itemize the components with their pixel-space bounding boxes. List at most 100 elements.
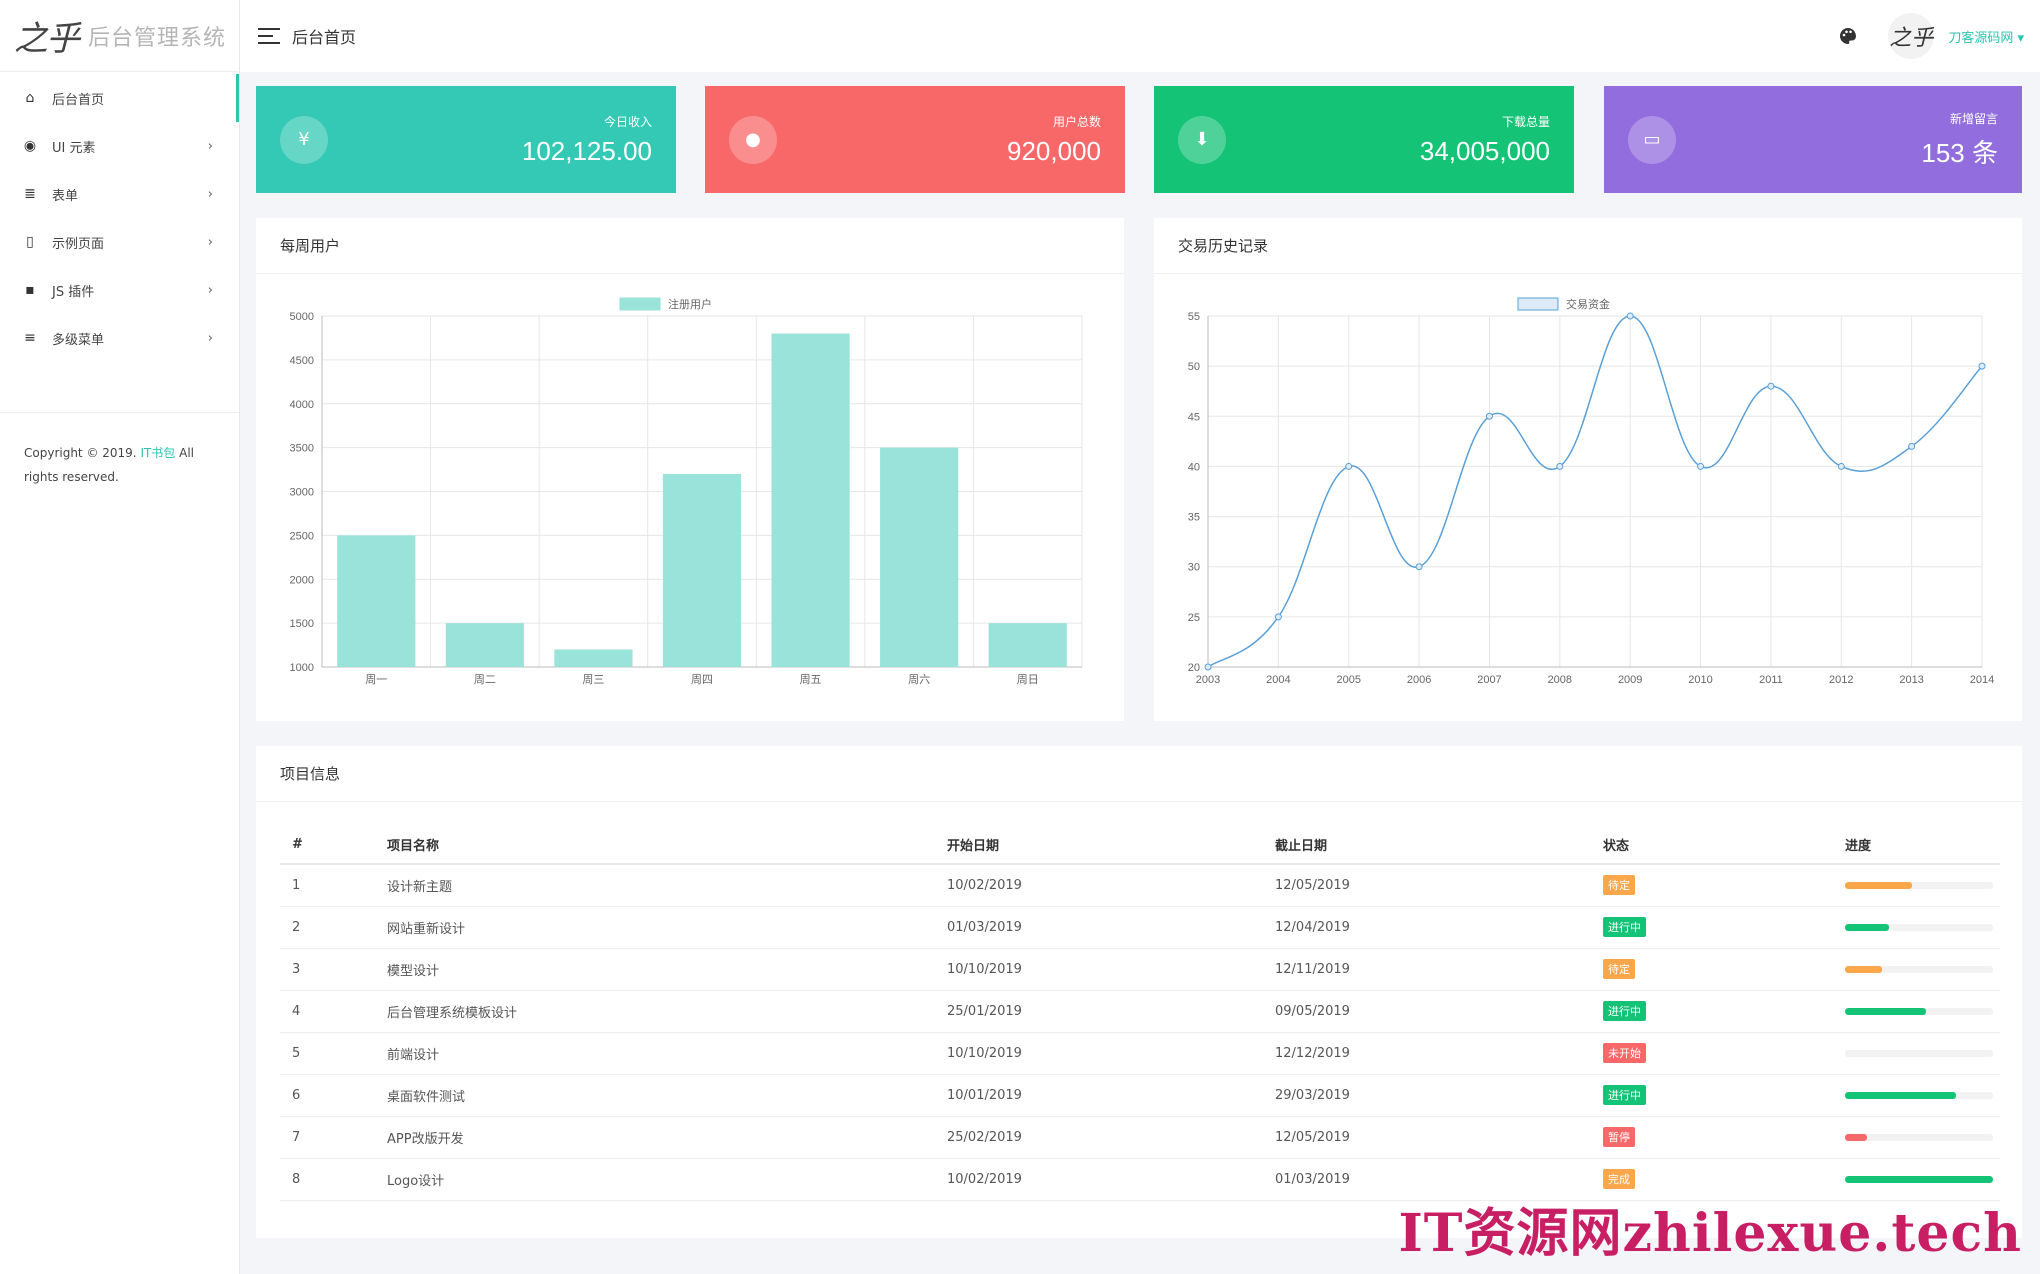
- data-point: [1345, 462, 1353, 470]
- stat-card: ¥ 今日收入 102,125.00: [256, 86, 676, 193]
- file-icon: ▯: [26, 234, 34, 250]
- chevron-right-icon: ›: [207, 186, 213, 202]
- x-tick-label: 周六: [908, 673, 930, 686]
- bar: [337, 535, 416, 667]
- stat-value: 34,005,000: [1419, 135, 1550, 166]
- sidebar-item-4[interactable]: ▪ JS 插件 ›: [0, 266, 239, 314]
- hamburger-icon[interactable]: [258, 28, 280, 44]
- cell-start: 10/02/2019: [935, 864, 1263, 907]
- sidebar-item-5[interactable]: ≡ 多级菜单 ›: [0, 314, 239, 362]
- home-icon: ⌂: [25, 90, 35, 106]
- y-tick-label: 2000: [290, 574, 314, 586]
- stat-text: 下载总量 34,005,000: [1420, 113, 1550, 167]
- data-point: [1556, 462, 1564, 470]
- user-icon: ●: [729, 115, 777, 164]
- sidebar-item-label: JS 插件: [52, 284, 95, 300]
- x-tick-label: 2004: [1266, 674, 1290, 686]
- bar: [662, 473, 742, 667]
- user-menu[interactable]: 刀客源码网 ▾: [1948, 27, 2024, 46]
- cell-status: 进行中: [1591, 990, 1833, 1033]
- download-icon: ⬇: [1178, 115, 1226, 164]
- page-title: 后台首页: [292, 28, 357, 47]
- table-row: 2 网站重新设计 01/03/2019 12/04/2019 进行中: [280, 906, 2000, 949]
- legend-label: 交易资金: [1566, 297, 1610, 311]
- copyright-link[interactable]: IT书包: [140, 446, 175, 460]
- bar: [880, 447, 959, 667]
- js-icon: ▪: [25, 282, 35, 298]
- column-header: 截止日期: [1263, 826, 1591, 865]
- progress-fill: [1845, 1133, 1868, 1141]
- chevron-right-icon: ›: [207, 330, 213, 346]
- sidebar: 之乎 后台管理系统 ⌂ 后台首页 ◉ UI 元素 › ≣ 表单 › ▯ 示例页面 › ▪ JS 插件 › ≡…: [0, 0, 240, 1274]
- sidebar-item-1[interactable]: ◉ UI 元素 ›: [0, 122, 239, 170]
- data-point: [1908, 442, 1916, 450]
- y-tick-label: 5000: [290, 311, 314, 323]
- stat-text: 新增留言 153 条: [1921, 110, 1998, 170]
- logo-text: 后台管理系统: [88, 25, 227, 51]
- cell-name: 后台管理系统模板设计: [375, 990, 935, 1033]
- status-badge: 进行中: [1603, 917, 1646, 937]
- bar: [771, 333, 850, 667]
- x-tick-label: 2010: [1688, 674, 1712, 686]
- copyright: Copyright © 2019. IT书包 All rights reserv…: [0, 412, 239, 517]
- cell-name: 前端设计: [375, 1032, 935, 1075]
- cell-status: 待定: [1591, 948, 1833, 991]
- progress-bar: [1845, 1049, 1993, 1057]
- chevron-right-icon: ›: [207, 282, 213, 298]
- progress-bar: [1845, 965, 1993, 973]
- cell-progress: [1833, 990, 2000, 1033]
- column-header: 状态: [1591, 826, 1833, 865]
- data-point: [1274, 613, 1282, 621]
- y-tick-label: 25: [1188, 612, 1200, 624]
- column-header: 项目名称: [375, 826, 935, 865]
- sidebar-item-3[interactable]: ▯ 示例页面 ›: [0, 218, 239, 266]
- x-tick-label: 2005: [1336, 674, 1360, 686]
- stat-card: ● 用户总数 920,000: [705, 86, 1125, 193]
- yen-icon: ¥: [280, 115, 328, 164]
- x-tick-label: 2003: [1196, 674, 1220, 686]
- y-tick-label: 4000: [290, 399, 314, 411]
- cell-end: 12/12/2019: [1263, 1032, 1591, 1075]
- status-badge: 进行中: [1603, 1085, 1646, 1105]
- avatar[interactable]: 之乎: [1888, 13, 1935, 59]
- sidebar-item-label: UI 元素: [52, 140, 96, 156]
- cell-name: 设计新主题: [375, 864, 935, 907]
- cell-progress: [1833, 906, 2000, 949]
- y-tick-label: 1000: [290, 662, 314, 674]
- x-tick-label: 周二: [474, 673, 496, 686]
- cell-no: 2: [280, 906, 375, 949]
- progress-fill: [1845, 1007, 1927, 1015]
- palette-icon[interactable]: [1838, 26, 1858, 46]
- sidebar-item-label: 多级菜单: [52, 332, 105, 348]
- x-tick-label: 2008: [1548, 674, 1572, 686]
- watermark: IT资源网zhilexue.tech: [1398, 1203, 2022, 1264]
- weekly-users-panel: 每周用户 1000 1500 2000 2500 3000 3500 4000 4500 500…: [256, 218, 1124, 721]
- cell-status: 进行中: [1591, 906, 1833, 949]
- legend-swatch: [1517, 297, 1559, 311]
- progress-fill: [1845, 881, 1912, 889]
- stat-label: 新增留言: [1949, 111, 1998, 126]
- y-tick-label: 55: [1188, 311, 1200, 323]
- x-tick-label: 周三: [582, 673, 604, 686]
- y-tick-label: 1500: [290, 618, 314, 630]
- logo[interactable]: 之乎 后台管理系统: [0, 0, 239, 72]
- cell-no: 1: [280, 864, 375, 907]
- cell-progress: [1833, 1116, 2000, 1159]
- data-point: [1978, 362, 1986, 370]
- data-point: [1767, 382, 1775, 390]
- history-title: 交易历史记录: [1154, 218, 2022, 274]
- cell-no: 5: [280, 1032, 375, 1075]
- status-badge: 进行中: [1603, 1001, 1646, 1021]
- status-badge: 待定: [1603, 959, 1635, 979]
- projects-table: # 项目名称 开始日期 截止日期 状态 进度 1 设计新主题 10/02/2019 12/05/…: [280, 826, 2000, 1201]
- cell-end: 09/05/2019: [1263, 990, 1591, 1033]
- sidebar-item-2[interactable]: ≣ 表单 ›: [0, 170, 239, 218]
- cell-end: 12/11/2019: [1263, 948, 1591, 991]
- palette-icon: ◉: [23, 138, 37, 154]
- data-point: [1204, 663, 1212, 671]
- sidebar-item-0[interactable]: ⌂ 后台首页: [0, 74, 239, 122]
- topbar: 后台首页 之乎 刀客源码网 ▾: [240, 0, 2040, 72]
- y-tick-label: 3000: [290, 487, 314, 499]
- cell-start: 01/03/2019: [935, 906, 1263, 949]
- cell-status: 待定: [1591, 864, 1833, 907]
